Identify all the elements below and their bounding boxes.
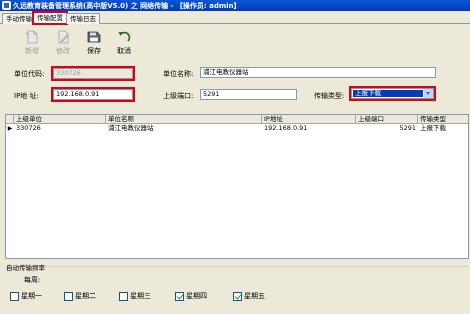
thursday-label[interactable]: 星期四 [186, 292, 207, 301]
row-indicator-header [6, 115, 14, 124]
edit-button-label: 修改 [56, 47, 70, 55]
app-icon [2, 1, 11, 10]
monday-label[interactable]: 星期一 [21, 292, 42, 301]
window-title: 久远教育装备管理系统(高中版V5.0) 之 网络传输 - 【操作员: admin… [13, 2, 241, 10]
weekly-label: 每周: [24, 276, 41, 284]
transfer-type-value: 上报下载 [353, 90, 423, 97]
table-row[interactable]: ▶ 330726 浦江电教仪器站 192.168.0.91 5291 上报下载 [6, 124, 468, 133]
upper-port-label: 上级端口: [163, 92, 194, 100]
tab-manual-transfer[interactable]: 手动传输 [2, 13, 36, 24]
tab-transfer-config[interactable]: 传输配置 [32, 11, 68, 25]
wednesday-label[interactable]: 星期三 [130, 292, 151, 301]
thursday-checkbox[interactable] [175, 292, 184, 301]
upper-port-field[interactable]: 5291 [200, 89, 297, 100]
ip-address-field[interactable]: 192.168.0.91 [53, 89, 133, 100]
title-bar: 久远教育装备管理系统(高中版V5.0) 之 网络传输 - 【操作员: admin… [0, 0, 470, 11]
frequency-section-title: 自动传输频率 [6, 264, 45, 272]
current-row-indicator-icon: ▶ [7, 125, 13, 132]
column-header-upper-port[interactable]: 上级端口 [356, 115, 418, 124]
unit-name-label: 单位名称: [163, 70, 194, 78]
transfer-type-select[interactable]: 上报下载 [351, 88, 434, 99]
column-header-ip-address[interactable]: IP地址 [262, 115, 356, 124]
frequency-group [5, 266, 468, 312]
config-table[interactable]: 上级单位 单位名称 IP地址 上级端口 传输类型 ▶ 330726 浦江电教仪器… [5, 114, 469, 259]
cancel-button-label: 取消 [117, 47, 131, 55]
table-cell[interactable]: 浦江电教仪器站 [106, 124, 262, 133]
dropdown-arrow-icon[interactable] [424, 89, 433, 98]
save-disk-icon [87, 31, 101, 43]
unit-code-field[interactable]: 330726 [53, 68, 133, 79]
friday-checkbox[interactable] [233, 292, 242, 301]
column-header-upper-unit[interactable]: 上级单位 [14, 115, 106, 124]
save-button[interactable]: 保存 [83, 30, 105, 58]
tuesday-label[interactable]: 星期二 [75, 292, 96, 301]
unit-code-label: 单位代码: [14, 70, 45, 78]
friday-label[interactable]: 星期五 [244, 292, 265, 301]
cancel-button[interactable]: 取消 [113, 30, 135, 58]
wednesday-checkbox[interactable] [119, 292, 128, 301]
save-button-label: 保存 [87, 47, 101, 55]
edit-button[interactable]: 修改 [52, 30, 74, 58]
table-cell[interactable]: 上报下载 [418, 124, 468, 133]
column-header-unit-name[interactable]: 单位名称 [106, 115, 262, 124]
new-button-label: 新增 [25, 47, 39, 55]
transfer-type-label: 传输类型: [314, 92, 345, 100]
table-cell[interactable]: 5291 [356, 124, 418, 133]
unit-name-field[interactable]: 浦江电教仪器站 [200, 67, 436, 78]
edit-doc-icon [58, 30, 69, 44]
ip-address-label: IP地 址: [14, 92, 39, 100]
table-header: 上级单位 单位名称 IP地址 上级端口 传输类型 [6, 115, 468, 124]
new-doc-icon [25, 30, 38, 44]
new-button[interactable]: 新增 [21, 30, 43, 58]
tab-transfer-log[interactable]: 传输日志 [66, 13, 100, 24]
tab-strip: 手动传输 传输配置 传输日志 [0, 11, 470, 25]
table-cell[interactable]: 330726 [14, 124, 106, 133]
table-cell[interactable]: 192.168.0.91 [262, 124, 356, 133]
tuesday-checkbox[interactable] [64, 292, 73, 301]
monday-checkbox[interactable] [10, 292, 19, 301]
cancel-undo-icon [118, 31, 131, 42]
column-header-transfer-type[interactable]: 传输类型 [418, 115, 468, 124]
